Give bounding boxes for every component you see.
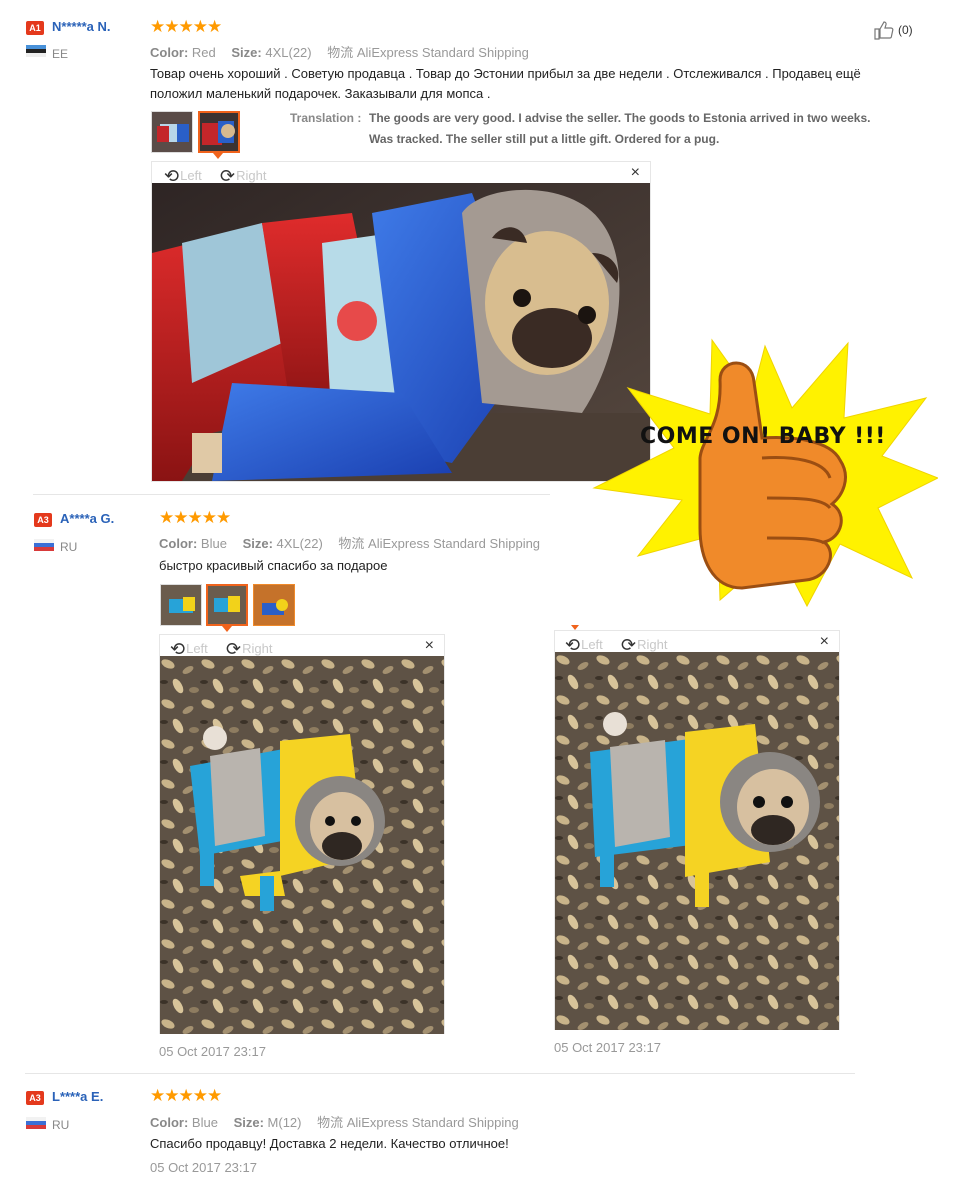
rotate-right-button[interactable]: ⟳Right: [226, 637, 272, 659]
member-level-badge: A3: [26, 1091, 44, 1105]
size-label: Size:: [242, 536, 273, 551]
reviewer-name[interactable]: A****a G.: [60, 511, 114, 526]
rotate-left-button[interactable]: ⟲Left: [170, 637, 208, 659]
flag-russia-icon: [34, 539, 54, 551]
close-icon[interactable]: ×: [631, 164, 640, 182]
review-text: быстро красивый спасибо за подарое: [159, 558, 388, 573]
color-label: Color:: [150, 1115, 189, 1130]
color-label: Color:: [150, 45, 189, 60]
photo-viewer: ⟲Left ⟳Right ×: [159, 634, 445, 1034]
photo-viewer: ⟲Left ⟳Right ×: [151, 161, 651, 482]
order-info: Color: Red Size: 4XL(22) 物流 AliExpress S…: [150, 42, 529, 61]
promo-text: COME ON! BABY !!!: [640, 424, 886, 449]
review-text: Товар очень хороший . Советую продавца .…: [150, 66, 861, 101]
color-value: Red: [191, 45, 216, 60]
size-value: 4XL(22): [265, 45, 312, 60]
review-photo-large: [160, 656, 444, 1034]
reviewer-name[interactable]: N*****a N.: [52, 19, 111, 34]
order-info: Color: Blue Size: 4XL(22) 物流 AliExpress …: [159, 533, 540, 552]
shipping-method: AliExpress Standard Shipping: [368, 536, 541, 551]
member-level-badge: A1: [26, 21, 44, 35]
color-value: Blue: [200, 536, 227, 551]
close-icon[interactable]: ×: [820, 633, 829, 651]
viewer-toolbar: ⟲Left ⟳Right ×: [555, 631, 839, 655]
thumbs-up-icon: [874, 21, 894, 40]
review-date: 05 Oct 2017 23:17: [554, 1040, 661, 1055]
reviewer-country: EE: [52, 47, 69, 61]
reviewer-country: RU: [60, 540, 78, 554]
review-divider: [33, 494, 550, 495]
selected-thumb-pointer: [571, 625, 579, 630]
rotate-left-button[interactable]: ⟲Left: [164, 164, 202, 186]
size-label: Size:: [231, 45, 262, 60]
review-photo-thumb-selected[interactable]: [198, 111, 240, 153]
translation-label: Translation :: [290, 111, 362, 125]
reviewer-country: RU: [52, 1118, 70, 1132]
promo-sticker: COME ON! BABY !!!: [592, 338, 940, 608]
review-date: 05 Oct 2017 23:17: [150, 1160, 257, 1175]
rotate-right-button[interactable]: ⟳Right: [621, 633, 667, 655]
rotate-left-button[interactable]: ⟲Left: [565, 633, 603, 655]
star-rating: ★★★★★: [159, 508, 231, 527]
review-text: Спасибо продавцу! Доставка 2 недели. Кач…: [150, 1136, 509, 1151]
selected-thumb-pointer: [222, 626, 232, 632]
review-photo-large: [555, 652, 839, 1030]
close-icon[interactable]: ×: [425, 637, 434, 655]
size-label: Size:: [233, 1115, 264, 1130]
star-rating: ★★★★★: [150, 1086, 222, 1105]
translation-line-1: The goods are very good. I advise the se…: [369, 111, 871, 125]
flag-russia-icon: [26, 1117, 46, 1129]
review-divider: [25, 1073, 855, 1074]
viewer-toolbar: ⟲Left ⟳Right ×: [152, 162, 650, 186]
flag-estonia-icon: [26, 45, 46, 57]
review-photo-large: [152, 183, 650, 481]
review-photo-thumb[interactable]: [151, 111, 193, 153]
review-photo-thumb[interactable]: [253, 584, 295, 626]
order-info: Color: Blue Size: M(12) 物流 AliExpress St…: [150, 1112, 519, 1131]
reviewer-name[interactable]: L****a E.: [52, 1089, 103, 1104]
color-label: Color:: [159, 536, 198, 551]
review-date: 05 Oct 2017 23:17: [159, 1044, 266, 1059]
viewer-toolbar: ⟲Left ⟳Right ×: [160, 635, 444, 659]
helpful-count: (0): [898, 23, 913, 37]
helpful-button[interactable]: (0): [873, 20, 913, 40]
color-value: Blue: [191, 1115, 218, 1130]
review-photo-thumb-selected[interactable]: [206, 584, 248, 626]
shipping-method: AliExpress Standard Shipping: [346, 1115, 519, 1130]
photo-viewer: ⟲Left ⟳Right ×: [554, 625, 840, 1030]
size-value: M(12): [267, 1115, 302, 1130]
logistics-label: 物流: [338, 536, 365, 551]
logistics-label: 物流: [317, 1115, 344, 1130]
rotate-right-button[interactable]: ⟳Right: [220, 164, 266, 186]
star-rating: ★★★★★: [150, 17, 222, 36]
logistics-label: 物流: [327, 45, 354, 60]
translation-line-2: Was tracked. The seller still put a litt…: [369, 132, 720, 146]
selected-thumb-pointer: [213, 153, 223, 159]
size-value: 4XL(22): [276, 536, 323, 551]
review-photo-thumb[interactable]: [160, 584, 202, 626]
member-level-badge: A3: [34, 513, 52, 527]
shipping-method: AliExpress Standard Shipping: [356, 45, 529, 60]
